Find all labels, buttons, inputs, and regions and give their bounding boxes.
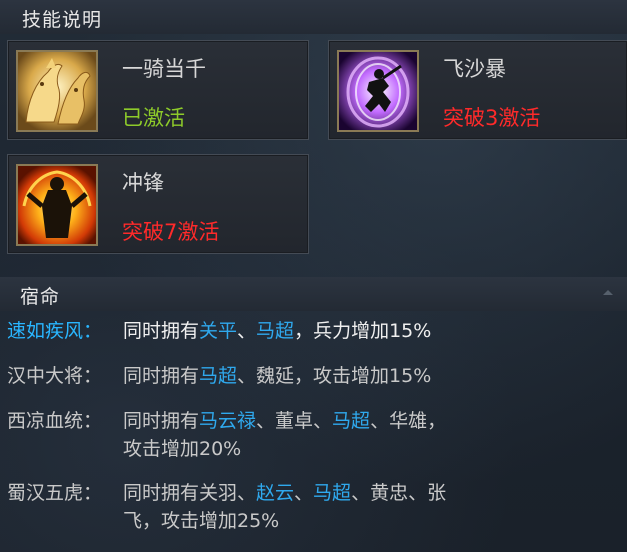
fate-row-surujifeng: 速如疾风： 同时拥有关平、马超，兵力增加15% <box>7 317 431 345</box>
fate-text: 同时拥有 <box>123 365 200 387</box>
whirlwind-warrior-icon <box>337 50 419 132</box>
hero-name: 马超 <box>332 410 371 432</box>
skill-name: 一骑当千 <box>122 57 206 81</box>
hero-name: 马云禄 <box>199 410 257 432</box>
fate-description-line2: 攻击增加20% <box>123 438 242 460</box>
skill-status: 已激活 <box>122 106 185 130</box>
fate-name: 西凉血统： <box>7 410 103 432</box>
fate-description: 同时拥有马云禄、董卓、马超、华雄， <box>123 407 446 435</box>
skill-card-yiqidangqian[interactable]: 一骑当千 已激活 <box>7 40 309 140</box>
fate-text: 、 <box>237 320 257 342</box>
hero-name: 关平 <box>199 320 238 342</box>
fate-text: 同时拥有关羽、 <box>123 482 257 504</box>
fate-text: ，兵力增加15% <box>294 320 432 342</box>
fate-row-hanzhongdajiang: 汉中大将： 同时拥有马超、魏延，攻击增加15% <box>7 362 431 390</box>
fate-description: 同时拥有关平、马超，兵力增加15% <box>123 317 431 345</box>
fate-row-shuhanwuhu: 蜀汉五虎： 同时拥有关羽、赵云、马超、黄忠、张 飞，攻击增加25% <box>7 479 446 532</box>
fate-text: 、 <box>294 482 314 504</box>
fate-text: 同时拥有 <box>123 320 200 342</box>
fate-text: 、魏延，攻击增加15% <box>237 365 432 387</box>
skill-card-chongfeng[interactable]: 冲锋 突破7激活 <box>7 154 309 254</box>
hero-name: 马超 <box>313 482 352 504</box>
fate-section-header: 宿命 <box>0 277 627 311</box>
skill-status: 突破3激活 <box>443 106 541 130</box>
hero-name: 马超 <box>256 320 295 342</box>
fate-section-title: 宿命 <box>20 286 61 308</box>
fate-text: 同时拥有 <box>123 410 200 432</box>
hero-name: 赵云 <box>256 482 295 504</box>
fate-row-xiliangxuetong: 西凉血统： 同时拥有马云禄、董卓、马超、华雄， 攻击增加20% <box>7 407 446 460</box>
skills-section-header: 技能说明 <box>0 0 627 34</box>
fate-text: 、黄忠、张 <box>351 482 447 504</box>
skill-name: 飞沙暴 <box>443 57 506 81</box>
fate-text: 、董卓、 <box>256 410 333 432</box>
fire-warrior-icon <box>16 164 98 246</box>
skill-status: 突破7激活 <box>122 220 220 244</box>
skills-section-title: 技能说明 <box>22 9 103 31</box>
skill-name: 冲锋 <box>122 171 164 195</box>
hero-name: 马超 <box>199 365 238 387</box>
fate-name: 速如疾风： <box>7 320 103 342</box>
fate-description: 同时拥有马超、魏延，攻击增加15% <box>123 362 431 390</box>
fate-name: 汉中大将： <box>7 365 103 387</box>
fate-name: 蜀汉五虎： <box>7 482 103 504</box>
fate-text: 、华雄， <box>370 410 447 432</box>
fate-description-line2: 飞，攻击增加25% <box>123 510 280 532</box>
golden-horses-icon <box>16 50 98 132</box>
fate-description: 同时拥有关羽、赵云、马超、黄忠、张 <box>123 479 446 507</box>
skill-card-feishabao[interactable]: 飞沙暴 突破3激活 <box>328 40 627 140</box>
collapse-arrow-icon <box>603 290 613 295</box>
